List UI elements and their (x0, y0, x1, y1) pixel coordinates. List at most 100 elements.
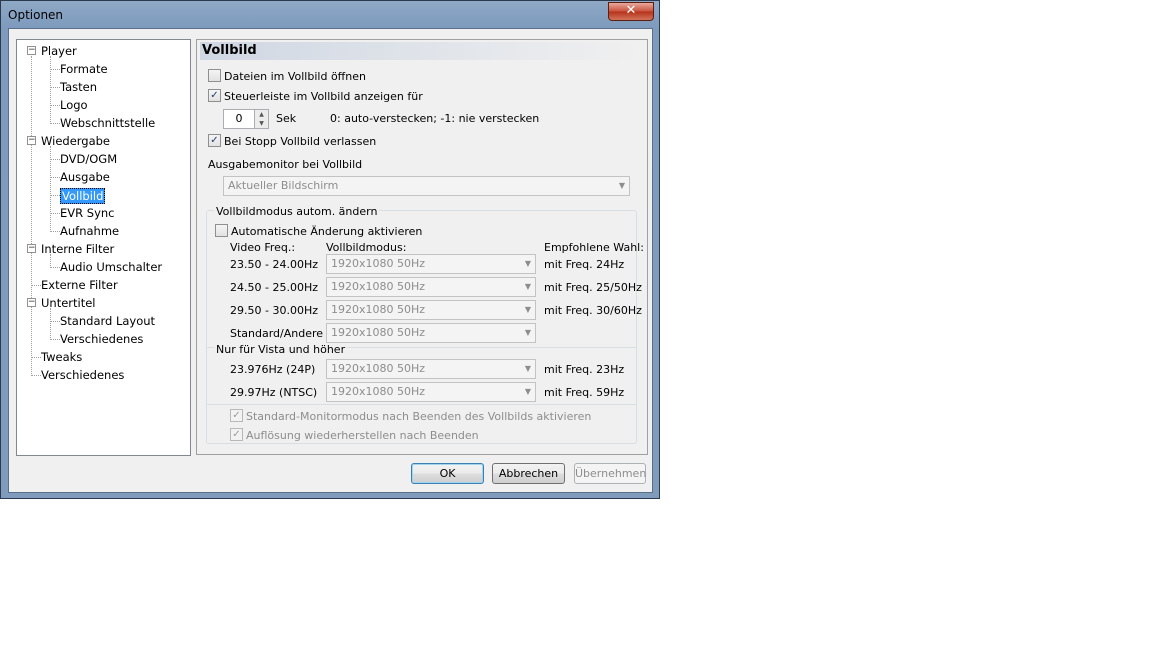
check-icon: ✓ (232, 429, 241, 440)
chevron-down-icon: ▼ (524, 282, 531, 291)
tree-item[interactable]: Untertitel (41, 296, 96, 310)
seconds-spinner[interactable]: ▲ ▼ (254, 109, 269, 129)
tree-item[interactable]: Logo (60, 98, 88, 112)
options-dialog: Optionen ✕ − Player Formate Tasten Logo Websc… (0, 0, 660, 499)
cancel-button[interactable]: Abbrechen (492, 463, 565, 484)
tree-line (50, 69, 60, 70)
mode-select-value: 1920x1080 50Hz (331, 326, 426, 339)
col-header-mode: Vollbildmodus: (326, 241, 407, 254)
tree-line (50, 159, 60, 160)
spin-up-icon[interactable]: ▲ (255, 110, 268, 119)
mode-select-value: 1920x1080 50Hz (331, 257, 426, 270)
tree-line (50, 105, 60, 106)
mode-select[interactable]: 1920x1080 50Hz ▼ (326, 300, 536, 320)
recommended-label: mit Freq. 30/60Hz (544, 304, 642, 317)
tree-item[interactable]: EVR Sync (60, 206, 115, 220)
tree-item[interactable]: Standard Layout (60, 314, 155, 328)
title-bar: Optionen ✕ (1, 1, 659, 29)
options-tree[interactable]: − Player Formate Tasten Logo Webschnittstelle… (16, 39, 191, 456)
vista-title: Nur für Vista und höher (214, 343, 348, 356)
tree-item[interactable]: Verschiedenes (41, 368, 124, 382)
tree-line (50, 87, 60, 88)
collapse-icon[interactable]: − (27, 46, 36, 55)
spin-down-icon[interactable]: ▼ (255, 119, 268, 128)
tree-item[interactable]: DVD/OGM (60, 152, 117, 166)
freq-label: 23.50 - 24.00Hz (230, 258, 318, 271)
ok-button[interactable]: OK (411, 463, 484, 484)
apply-button[interactable]: Übernehmen (574, 463, 646, 484)
mode-select[interactable]: 1920x1080 50Hz ▼ (326, 323, 536, 343)
tree-line (50, 195, 60, 196)
tree-item[interactable]: Wiedergabe (41, 134, 110, 148)
seconds-unit: Sek (276, 112, 297, 125)
restore-resolution-label: Auflösung wiederherstellen nach Beenden (246, 429, 479, 442)
restore-monitor-label: Standard-Monitormodus nach Beenden des V… (246, 410, 592, 423)
tree-item[interactable]: Tweaks (41, 350, 82, 364)
auto-change-checkbox[interactable] (215, 224, 228, 237)
chevron-down-icon: ▼ (618, 181, 625, 190)
tree-line (50, 177, 60, 178)
options-divider (207, 404, 636, 405)
tree-line (31, 56, 32, 376)
exit-on-stop-checkbox[interactable]: ✓ (208, 134, 221, 147)
mode-select-value: 1920x1080 50Hz (331, 303, 426, 316)
close-button[interactable]: ✕ (608, 2, 654, 21)
recommended-label: mit Freq. 23Hz (544, 363, 625, 376)
monitor-select[interactable]: Aktueller Bildschirm ▼ (223, 176, 630, 196)
tree-line (50, 267, 60, 268)
tree-line (50, 308, 51, 338)
close-icon: ✕ (625, 3, 637, 18)
chevron-down-icon: ▼ (524, 364, 531, 373)
dialog-client: − Player Formate Tasten Logo Webschnittstelle… (8, 28, 653, 493)
tree-item[interactable]: Aufnahme (60, 224, 119, 238)
open-fullscreen-checkbox[interactable] (208, 69, 221, 82)
seconds-input[interactable]: 0 (223, 109, 255, 129)
recommended-label: mit Freq. 24Hz (544, 258, 625, 271)
seconds-hint: 0: auto-verstecken; -1: nie verstecken (330, 112, 540, 125)
tree-item[interactable]: Player (41, 44, 77, 58)
col-header-freq: Video Freq.: (230, 241, 296, 254)
check-icon: ✓ (210, 90, 219, 101)
chevron-down-icon: ▼ (524, 305, 531, 314)
tree-line (31, 285, 41, 286)
mode-select[interactable]: 1920x1080 50Hz ▼ (326, 254, 536, 274)
mode-select[interactable]: 1920x1080 50Hz ▼ (326, 359, 536, 379)
check-icon: ✓ (232, 410, 241, 421)
check-icon: ✓ (210, 135, 219, 146)
tree-item[interactable]: Externe Filter (41, 278, 118, 292)
tree-item[interactable]: Formate (60, 62, 108, 76)
tree-item[interactable]: Vollbild (60, 188, 106, 204)
tree-item[interactable]: Ausgabe (60, 170, 110, 184)
tree-item[interactable]: Verschiedenes (60, 332, 143, 346)
mode-select[interactable]: 1920x1080 50Hz ▼ (326, 277, 536, 297)
recommended-label: mit Freq. 25/50Hz (544, 281, 642, 294)
freq-label: Standard/Andere (230, 327, 324, 340)
collapse-icon[interactable]: − (27, 136, 36, 145)
show-toolbar-label: Steuerleiste im Vollbild anzeigen für (224, 90, 423, 103)
mode-select-value: 1920x1080 50Hz (331, 385, 426, 398)
freq-label: 24.50 - 25.00Hz (230, 281, 318, 294)
restore-resolution-checkbox[interactable]: ✓ (230, 428, 243, 441)
window-title: Optionen (8, 8, 64, 22)
open-fullscreen-label: Dateien im Vollbild öffnen (224, 70, 366, 83)
tree-item[interactable]: Webschnittstelle (60, 116, 155, 130)
tree-line (50, 231, 60, 232)
chevron-down-icon: ▼ (524, 259, 531, 268)
tree-line (50, 56, 51, 122)
monitor-label: Ausgabemonitor bei Vollbild (208, 158, 363, 171)
auto-change-label: Automatische Änderung aktivieren (231, 225, 423, 238)
panel-title: Vollbild (200, 42, 644, 60)
tree-item[interactable]: Audio Umschalter (60, 260, 162, 274)
mode-select[interactable]: 1920x1080 50Hz ▼ (326, 382, 536, 402)
tree-item[interactable]: Tasten (60, 80, 97, 94)
mode-select-value: 1920x1080 50Hz (331, 362, 426, 375)
freq-label: 29.50 - 30.00Hz (230, 304, 318, 317)
tree-line (50, 339, 60, 340)
auto-mode-group-title: Vollbildmodus autom. ändern (214, 205, 380, 218)
collapse-icon[interactable]: − (27, 298, 36, 307)
freq-label: 23.976Hz (24P) (230, 363, 316, 376)
show-toolbar-checkbox[interactable]: ✓ (208, 89, 221, 102)
tree-item[interactable]: Interne Filter (41, 242, 114, 256)
collapse-icon[interactable]: − (27, 244, 36, 253)
restore-monitor-checkbox[interactable]: ✓ (230, 409, 243, 422)
